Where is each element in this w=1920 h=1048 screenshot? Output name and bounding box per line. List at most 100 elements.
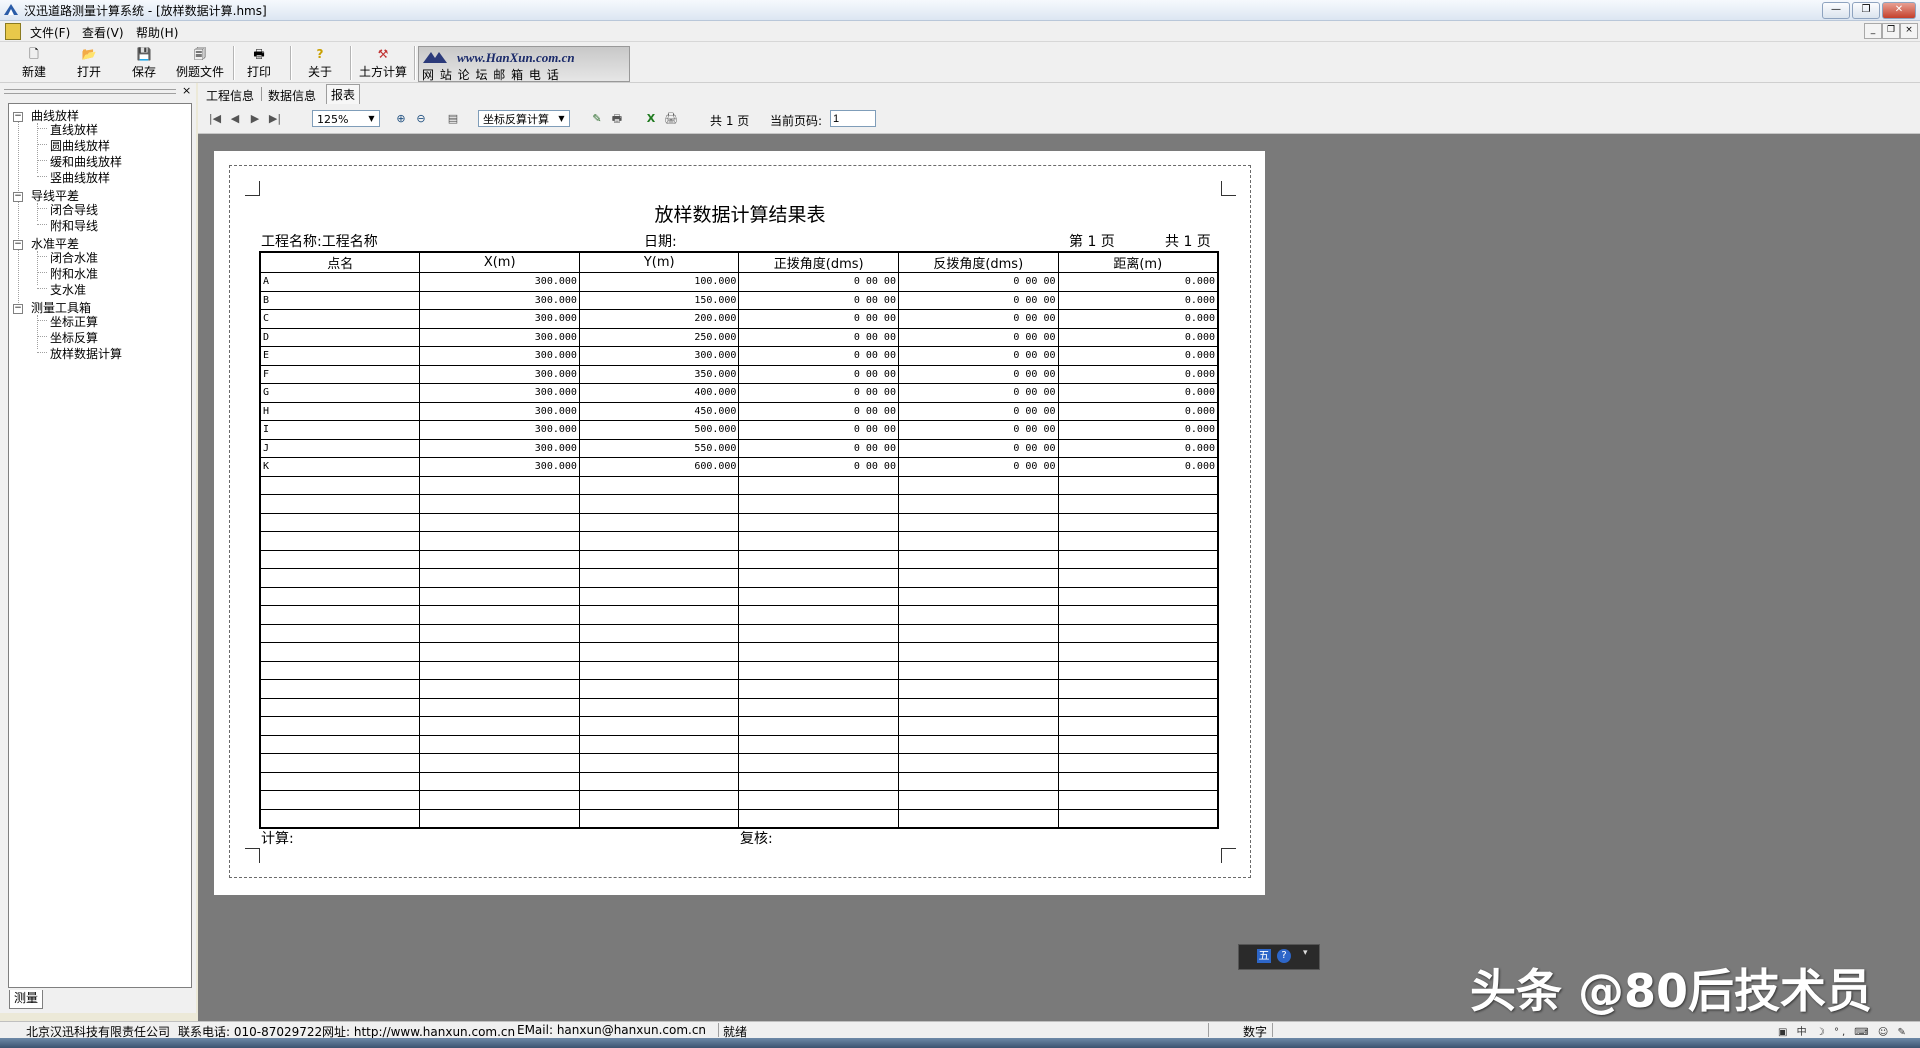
table-row: I 300.000 500.000 0 00 00 0 00 00 0.000 [259, 420, 1219, 440]
table-cell [419, 623, 580, 643]
email-address: EMail: hanxun@hanxun.com.cn [517, 1023, 707, 1037]
table-cell: 0 00 00 [738, 383, 899, 403]
tree-item-stakeout-calc[interactable]: 放样数据计算 [50, 345, 122, 362]
table-cell [897, 623, 1059, 643]
mdi-close-button[interactable]: × [1900, 23, 1918, 39]
empty-table-row [259, 512, 1219, 532]
tree-item-branch-leveling[interactable]: 支水准 [50, 281, 86, 298]
zoom-select[interactable]: 125% ▼ [312, 110, 380, 127]
table-cell [1057, 716, 1219, 736]
table-cell [578, 512, 740, 532]
panel-grip[interactable] [4, 89, 176, 94]
windows-taskbar[interactable] [0, 1038, 1920, 1048]
collapse-icon[interactable]: − [13, 240, 23, 250]
tab-report[interactable]: 报表 [326, 84, 361, 104]
table-cell: 100.000 [578, 272, 740, 292]
table-cell [419, 716, 580, 736]
table-cell: 0.000 [1057, 401, 1219, 421]
export-icon[interactable]: ✎ [588, 110, 606, 128]
ime-mode[interactable]: 五 [1257, 949, 1271, 963]
save-button[interactable]: 💾 保存 [119, 45, 169, 81]
page-setup-icon[interactable]: ▤ [444, 110, 462, 128]
tree-item-forward-calc[interactable]: 坐标正算 [50, 313, 98, 330]
print-button[interactable]: 🖶 打印 [234, 45, 284, 81]
table-cell: 300.000 [419, 346, 580, 366]
about-button[interactable]: ? 关于 [295, 45, 345, 81]
ime-toolbar[interactable]: 五 ? ▾ [1238, 944, 1320, 970]
tree-item-inverse-calc[interactable]: 坐标反算 [50, 329, 98, 346]
result-table: 点名 X(m) Y(m) 正拨角度(dms) 反拨角度(dms) 距离(m) A… [259, 251, 1219, 829]
next-page-icon[interactable]: ▶ [246, 110, 264, 128]
table-cell [738, 734, 899, 754]
table-cell [1057, 475, 1219, 495]
tree-item-line-layout[interactable]: 直线放样 [50, 121, 98, 138]
tree-item-closed-traverse[interactable]: 闭合导线 [50, 201, 98, 218]
collapse-icon[interactable]: − [13, 304, 23, 314]
table-cell [897, 753, 1059, 773]
table-cell [738, 753, 899, 773]
table-cell [259, 642, 421, 662]
calc-mode-select[interactable]: 坐标反算计算 ▼ [478, 110, 570, 127]
close-button[interactable]: ✕ [1882, 2, 1916, 19]
collapse-icon[interactable]: − [13, 192, 23, 202]
first-page-icon[interactable]: |◀ [206, 110, 224, 128]
open-button[interactable]: 📂 打开 [64, 45, 114, 81]
empty-table-row [259, 605, 1219, 625]
menu-file[interactable]: 文件(F) [30, 24, 70, 41]
table-cell: 0 00 00 [738, 420, 899, 440]
example-file-button[interactable]: 🗐 例题文件 [172, 45, 228, 81]
help-icon[interactable]: ? [1277, 949, 1291, 963]
maximize-button[interactable]: ❐ [1852, 2, 1880, 19]
table-cell: 450.000 [578, 401, 740, 421]
tab-project-info[interactable]: 工程信息 [202, 86, 258, 105]
banner-links[interactable]: 网 站 论 坛 邮 箱 电 话 [422, 66, 560, 83]
prev-page-icon[interactable]: ◀ [226, 110, 244, 128]
print-setup-icon[interactable]: 🖶 [608, 110, 626, 128]
mdi-minimize-button[interactable]: _ [1864, 23, 1882, 39]
col-reverse-angle: 反拨角度(dms) [897, 251, 1059, 273]
table-cell: 600.000 [578, 457, 740, 477]
table-cell [578, 660, 740, 680]
crop-mark [245, 181, 260, 196]
toolbar-separator [414, 46, 416, 80]
table-cell: 200.000 [578, 309, 740, 329]
table-cell [578, 586, 740, 606]
calc-mode-value: 坐标反算计算 [483, 113, 549, 126]
website-banner[interactable]: www.HanXun.com.cn 网 站 论 坛 邮 箱 电 话 [418, 46, 630, 82]
tree-item-vertical-curve[interactable]: 竖曲线放样 [50, 169, 110, 186]
current-page-input[interactable] [830, 110, 876, 127]
table-cell: 0 00 00 [897, 383, 1059, 403]
tree-item-closed-leveling[interactable]: 闭合水准 [50, 249, 98, 266]
table-cell [419, 494, 580, 514]
last-page-icon[interactable]: ▶| [266, 110, 284, 128]
table-row: F 300.000 350.000 0 00 00 0 00 00 0.000 [259, 364, 1219, 384]
table-header-row: 点名 X(m) Y(m) 正拨角度(dms) 反拨角度(dms) 距离(m) [259, 251, 1219, 273]
table-cell [1057, 734, 1219, 754]
tab-data-info[interactable]: 数据信息 [264, 86, 320, 105]
chevron-down-icon[interactable]: ▾ [1303, 948, 1308, 958]
tree-line [37, 160, 47, 161]
mdi-restore-button[interactable]: ❐ [1882, 23, 1900, 39]
panel-close-icon[interactable]: × [182, 84, 191, 97]
tree-item-circle-curve[interactable]: 圆曲线放样 [50, 137, 110, 154]
excel-icon[interactable]: X [642, 110, 660, 128]
tree-item-attached-leveling[interactable]: 附和水准 [50, 265, 98, 282]
tree-item-transition-curve[interactable]: 缓和曲线放样 [50, 153, 122, 170]
table-cell: 0 00 00 [897, 272, 1059, 292]
zoom-in-icon[interactable]: ⊕ [392, 110, 410, 128]
table-cell: A [259, 272, 421, 292]
print-icon[interactable]: 🖨 [662, 110, 680, 128]
table-cell [738, 568, 899, 588]
report-toolbar: |◀ ◀ ▶ ▶| 125% ▼ ⊕ ⊖ ▤ 坐标反算计算 ▼ ✎ 🖶 X 🖨 … [198, 105, 1920, 134]
menu-view[interactable]: 查看(V) [82, 24, 124, 41]
earthwork-button[interactable]: ⚒ 土方计算 [355, 45, 411, 81]
menu-help[interactable]: 帮助(H) [136, 24, 178, 41]
tab-measure[interactable]: 测量 [9, 990, 43, 1009]
collapse-icon[interactable]: − [13, 112, 23, 122]
zoom-out-icon[interactable]: ⊖ [412, 110, 430, 128]
minimize-button[interactable]: — [1822, 2, 1850, 19]
tree-item-attached-traverse[interactable]: 附和导线 [50, 217, 98, 234]
language-bar[interactable]: ▣ 中 ☽ °, ⌨ ☺ ✎ [1778, 1023, 1916, 1038]
new-button[interactable]: 🗋 新建 [9, 45, 59, 81]
main-toolbar: 🗋 新建 📂 打开 💾 保存 🗐 例题文件 🖶 打印 ? 关于 ⚒ 土方计算 [0, 42, 1920, 83]
